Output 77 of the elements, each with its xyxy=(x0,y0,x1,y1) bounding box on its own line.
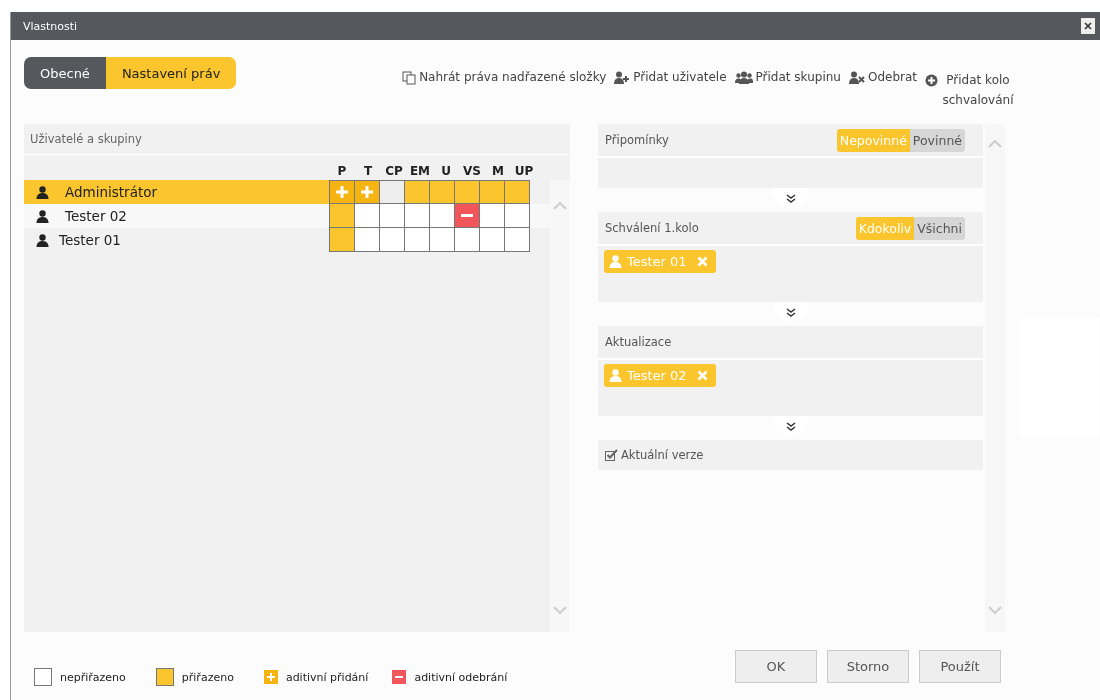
permission-cell[interactable] xyxy=(329,203,355,228)
section-title: Aktuální verze xyxy=(621,448,704,462)
user-icon xyxy=(609,255,622,268)
permission-cell[interactable] xyxy=(354,227,380,252)
column-header: U xyxy=(440,164,452,180)
dialog-button[interactable]: Storno xyxy=(827,649,909,683)
column-header: M xyxy=(491,164,505,180)
close-button[interactable] xyxy=(1081,18,1095,34)
toolbar-button[interactable]: Přidat skupinu xyxy=(734,70,841,92)
permission-cell[interactable] xyxy=(429,180,455,204)
user-row[interactable]: Tester 01 xyxy=(24,228,329,252)
column-header: T xyxy=(362,164,374,180)
column-header: EM xyxy=(408,164,432,180)
user-icon xyxy=(36,233,49,247)
permission-cell[interactable] xyxy=(479,180,505,204)
user-name: Tester 01 xyxy=(59,232,121,248)
dialog-button[interactable]: Použít xyxy=(919,649,1001,683)
double-chevron-icon xyxy=(785,307,796,317)
tab[interactable]: Nastavení práv xyxy=(105,57,237,89)
user-icon xyxy=(36,185,49,199)
option-toggle[interactable]: Všichni xyxy=(914,216,965,240)
user-name: Administrátor xyxy=(65,184,158,200)
column-header: UP xyxy=(513,164,535,180)
column-header: CP xyxy=(384,164,404,180)
user-icon xyxy=(609,369,622,382)
legend-label: aditivní odebrání xyxy=(414,670,508,684)
permission-cell[interactable] xyxy=(354,203,380,228)
user-icon xyxy=(36,209,49,223)
checkbox-icon[interactable] xyxy=(605,449,618,461)
double-chevron-icon xyxy=(785,193,796,203)
tab[interactable]: Obecné xyxy=(24,57,106,89)
option-toggle[interactable]: Povinné xyxy=(909,128,965,152)
user-name: Tester 02 xyxy=(65,208,127,224)
section-title: Aktualizace xyxy=(605,335,672,349)
group-icon xyxy=(734,71,753,84)
permission-cell[interactable] xyxy=(479,227,505,252)
permission-cell[interactable] xyxy=(504,180,530,204)
section-title: Schválení 1.kolo xyxy=(605,221,699,235)
permission-cell[interactable] xyxy=(479,203,505,228)
add-user-icon xyxy=(614,71,631,84)
permission-cell[interactable] xyxy=(379,203,405,228)
column-header: P xyxy=(336,164,348,180)
toolbar-button[interactable]: Přidat kolo schvalování xyxy=(925,70,1015,110)
permission-cell[interactable] xyxy=(429,227,455,252)
section-title: Připomínky xyxy=(605,133,669,147)
remove-user-icon xyxy=(848,71,865,84)
column-header: VS xyxy=(462,164,482,180)
permission-cell[interactable] xyxy=(429,203,455,228)
permission-cell[interactable] xyxy=(404,227,430,252)
permission-cell[interactable] xyxy=(454,203,480,228)
permission-cell[interactable] xyxy=(454,227,480,252)
close-icon xyxy=(1084,22,1092,30)
minus-icon xyxy=(461,214,473,217)
permission-cell[interactable] xyxy=(354,180,380,204)
window-title: Vlastnosti xyxy=(23,19,78,33)
legend-label: přiřazeno xyxy=(181,670,234,684)
double-chevron-icon xyxy=(785,421,796,431)
permission-cell[interactable] xyxy=(329,180,355,204)
dialog-button[interactable]: OK xyxy=(735,649,817,683)
toolbar-button[interactable]: Přidat uživatele xyxy=(614,70,727,92)
plus-icon xyxy=(361,186,373,198)
plus-circle-icon xyxy=(925,74,938,87)
toolbar-button[interactable]: Nahrát práva nadřazené složky xyxy=(402,70,607,92)
permission-cell[interactable] xyxy=(454,180,480,204)
user-row[interactable]: Administrátor xyxy=(24,180,329,204)
permission-cell[interactable] xyxy=(329,227,355,252)
plus-icon xyxy=(336,186,348,198)
copy-icon xyxy=(402,71,417,85)
panel-title: Uživatelé a skupiny xyxy=(30,132,142,146)
permission-cell[interactable] xyxy=(404,180,430,204)
permission-cell[interactable] xyxy=(404,203,430,228)
permission-cell[interactable] xyxy=(504,227,530,252)
legend-label: nepřiřazeno xyxy=(60,670,126,684)
legend-label: aditivní přidání xyxy=(285,670,369,684)
toolbar-button[interactable]: Odebrat xyxy=(848,70,917,92)
permission-cell[interactable] xyxy=(379,227,405,252)
permission-cell[interactable] xyxy=(504,203,530,228)
